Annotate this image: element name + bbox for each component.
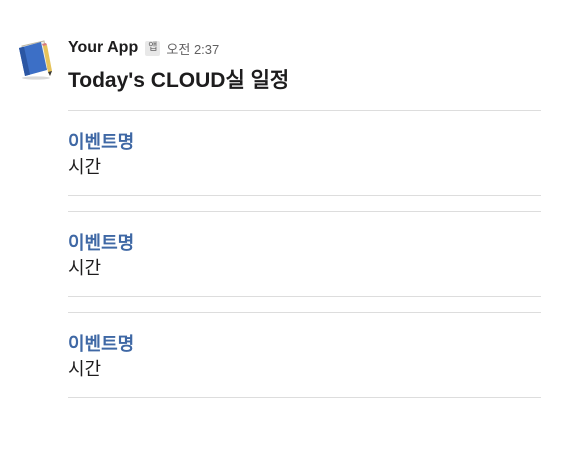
message-body: Your App 앱 오전 2:37 Today's CLOUD실 일정 이벤트…: [68, 36, 541, 398]
event-block: 이벤트명 시간: [68, 313, 541, 397]
app-name[interactable]: Your App: [68, 39, 138, 57]
event-block: 이벤트명 시간: [68, 212, 541, 296]
event-name: 이벤트명: [68, 334, 135, 354]
event-time: 시간: [68, 157, 102, 177]
message-title: Today's CLOUD실 일정: [68, 69, 290, 92]
chat-message: Your App 앱 오전 2:37 Today's CLOUD실 일정 이벤트…: [0, 0, 588, 473]
timestamp[interactable]: 오전 2:37: [166, 39, 219, 58]
event-time: 시간: [68, 359, 102, 379]
app-badge: 앱: [145, 40, 161, 56]
avatar: [19, 40, 52, 80]
event-block: 이벤트명 시간: [68, 111, 541, 195]
event-name: 이벤트명: [68, 233, 135, 253]
divider: [68, 397, 541, 398]
notebook-icon[interactable]: [14, 38, 54, 80]
event-name: 이벤트명: [68, 132, 135, 152]
message-header: Your App 앱 오전 2:37: [68, 36, 541, 60]
event-time: 시간: [68, 258, 102, 278]
